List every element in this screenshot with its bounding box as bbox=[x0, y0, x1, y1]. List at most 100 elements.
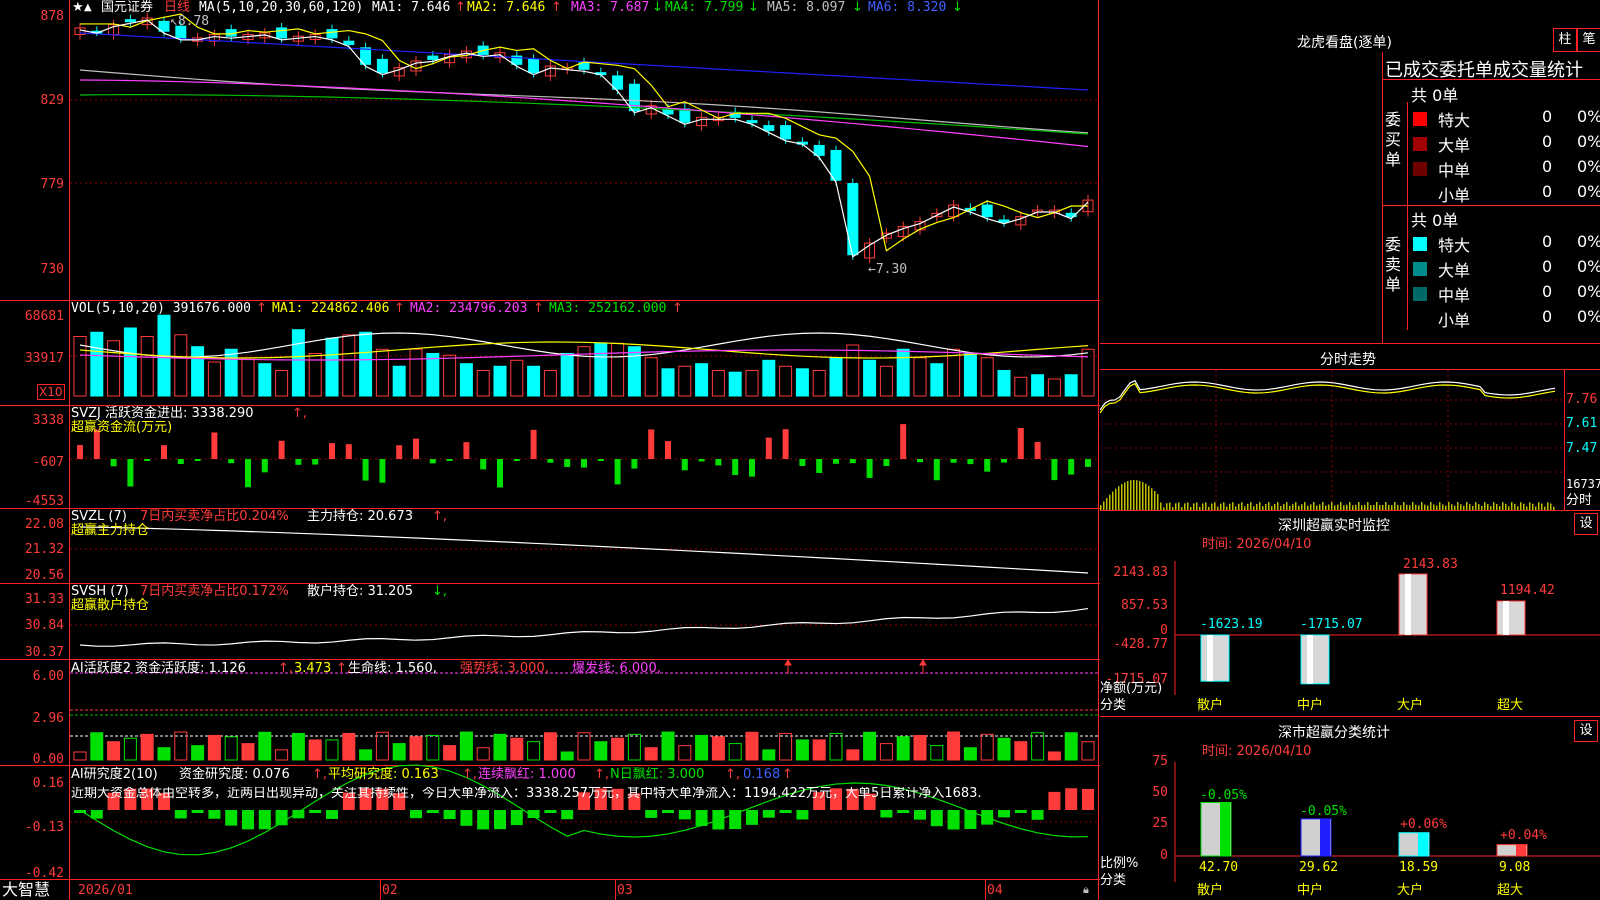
vol-unit-badge: X10 bbox=[37, 384, 65, 400]
buy-row-2-swatch bbox=[1413, 162, 1427, 176]
ai2-bar bbox=[477, 810, 490, 830]
classify-xlabel: 分类 bbox=[1100, 873, 1127, 888]
intraday-vol-bar bbox=[1298, 505, 1300, 510]
ai1-bar bbox=[896, 736, 910, 761]
svzj-bar bbox=[1051, 459, 1058, 481]
ai1-bar bbox=[980, 733, 994, 761]
vol-ma3: MA3: 252162.000 bbox=[549, 301, 667, 316]
volume-bar bbox=[123, 327, 137, 397]
intraday-vol-bar bbox=[1286, 502, 1288, 510]
svzj-y-label-3: -4553 bbox=[24, 494, 64, 509]
intraday-vol-bar bbox=[1121, 484, 1123, 510]
date-tick-2: 02 bbox=[382, 883, 398, 898]
ai1-life: 生命线: 1.560, bbox=[348, 661, 437, 676]
ai2-bar bbox=[678, 810, 691, 820]
ai2-cont-up-arrow-icon: ↑, bbox=[594, 767, 610, 782]
ai1-bar bbox=[594, 741, 608, 761]
monitor-settings-button[interactable]: 设 bbox=[1574, 513, 1598, 535]
ai2-research-up-arrow-icon: ↑, bbox=[312, 767, 328, 782]
intraday-vol-bar bbox=[1307, 505, 1309, 510]
intraday-vol-bar bbox=[1127, 481, 1129, 510]
stock-name[interactable]: 国元证券 bbox=[101, 1, 153, 15]
chart-area[interactable] bbox=[0, 0, 1100, 900]
intraday-vol-bar bbox=[1253, 506, 1255, 510]
lock-icon[interactable]: 🔒︎ bbox=[1083, 883, 1089, 897]
date-tick-4: 04 bbox=[987, 883, 1003, 898]
monitor-y-label-3: -428.77 bbox=[1113, 637, 1168, 652]
intraday-vol-bar bbox=[1385, 502, 1387, 510]
sell-row-2-name: 中单 bbox=[1438, 286, 1471, 305]
ai1-bar bbox=[308, 739, 322, 761]
volume-bar bbox=[863, 359, 877, 397]
ai1-bar bbox=[359, 749, 373, 761]
monitor-value-0: -1623.19 bbox=[1200, 617, 1263, 632]
monitor-bar-2 bbox=[1398, 573, 1428, 636]
svzj-bar bbox=[127, 459, 134, 487]
volume-bar bbox=[896, 348, 910, 397]
classify-delta-1: -0.05% bbox=[1300, 804, 1347, 819]
classify-delta-0: -0.05% bbox=[1200, 788, 1247, 803]
candle-body bbox=[326, 29, 338, 39]
svzj-bar bbox=[463, 442, 470, 459]
svzj-bar bbox=[631, 459, 638, 469]
tick-mode-button[interactable]: 笔 bbox=[1577, 28, 1600, 52]
intraday-vol-bar bbox=[1388, 504, 1390, 510]
ai1-bar bbox=[611, 737, 625, 761]
vol-y-label-2: 33917 bbox=[24, 351, 64, 366]
svzj-bar bbox=[530, 429, 537, 459]
monitor-bar-3-highlight bbox=[1503, 601, 1509, 635]
intraday-vol-bar bbox=[1301, 504, 1303, 510]
ai1-bar bbox=[879, 743, 893, 761]
volume-bar bbox=[678, 365, 692, 397]
ai1-bar bbox=[661, 731, 675, 761]
intraday-vol-bar bbox=[1514, 503, 1516, 510]
candle-body bbox=[376, 58, 388, 74]
app-logo[interactable]: 大智慧 bbox=[2, 881, 50, 899]
star-icon[interactable]: ★ bbox=[72, 1, 84, 15]
volume-bar bbox=[342, 334, 356, 397]
intraday-vol-bar bbox=[1280, 506, 1282, 510]
intraday-vol-bar bbox=[1544, 506, 1546, 510]
svzj-bar bbox=[849, 459, 856, 464]
intraday-vol-bar bbox=[1448, 502, 1450, 510]
ai1-bar bbox=[1031, 732, 1045, 761]
svsh-y-label-3: 30.37 bbox=[24, 645, 64, 660]
intraday-vol-bar bbox=[1157, 494, 1159, 510]
intraday-title[interactable]: 分时走势 bbox=[1320, 349, 1376, 369]
bar-mode-button[interactable]: 柱 bbox=[1553, 28, 1577, 52]
vol-up-arrow-icon: ↑ bbox=[256, 301, 267, 316]
volume-bar bbox=[459, 363, 473, 397]
intraday-vol-bar bbox=[1151, 488, 1153, 510]
ai1-bar bbox=[90, 732, 104, 761]
ai1-bar bbox=[409, 736, 423, 761]
monitor-y-label-0: 2143.83 bbox=[1113, 565, 1168, 580]
svzj-bar bbox=[967, 459, 974, 465]
intraday-vol-bar bbox=[1454, 505, 1456, 510]
intraday-vol-bar bbox=[1415, 504, 1417, 510]
ai2-bar bbox=[998, 810, 1010, 818]
intraday-vol-bar bbox=[1466, 502, 1468, 510]
volume-bar bbox=[1031, 374, 1045, 397]
intraday-vol-bar bbox=[1244, 506, 1246, 510]
intraday-vol-bar bbox=[1364, 504, 1366, 510]
y-label-829: 829 bbox=[40, 93, 64, 108]
sell-row-1-swatch bbox=[1413, 262, 1427, 276]
monitor-xlabel: 分类 bbox=[1100, 698, 1127, 713]
ai2-bar bbox=[174, 810, 187, 819]
monitor-value-2: 2143.83 bbox=[1403, 557, 1458, 572]
intraday-vol-bar bbox=[1310, 504, 1312, 510]
period-label[interactable]: 日线 bbox=[164, 1, 190, 15]
svzj-bar bbox=[614, 459, 621, 485]
intraday-vol-bar bbox=[1442, 504, 1444, 510]
intraday-vol-bar bbox=[1337, 504, 1339, 510]
svzl-ratio: 7日内买卖净占比0.204% bbox=[140, 509, 289, 524]
volume-bar bbox=[1064, 374, 1078, 397]
intraday-vol-bar bbox=[1247, 503, 1249, 510]
ai2-nday-up-arrow-icon: ↑, bbox=[725, 767, 741, 782]
volume-bar bbox=[90, 331, 104, 397]
ai1-bar bbox=[1081, 741, 1095, 761]
volume-bar bbox=[779, 365, 793, 397]
classify-settings-button[interactable]: 设 bbox=[1574, 720, 1598, 742]
ai1-bar bbox=[997, 737, 1011, 761]
svzl-y-label-3: 20.56 bbox=[24, 568, 64, 583]
